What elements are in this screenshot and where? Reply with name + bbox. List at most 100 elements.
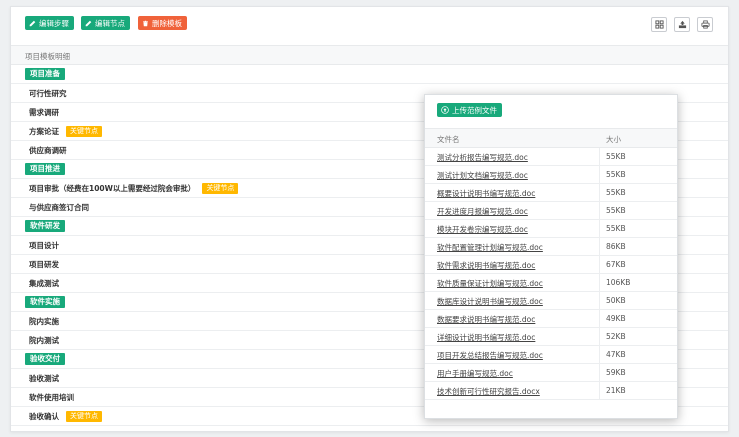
file-row: 项目开发总结报告编写规范.doc 47KB (425, 346, 677, 364)
key-node-badge: 关键节点 (202, 183, 239, 194)
upload-sample-button[interactable]: 上传范例文件 (437, 103, 502, 117)
key-node-badge: 关键节点 (66, 411, 102, 422)
step-label: 可行性研究 (29, 89, 67, 98)
step-label: 院内测试 (29, 336, 59, 345)
column-divider (599, 346, 600, 363)
file-row: 软件需求说明书编写规范.doc 67KB (425, 256, 677, 274)
step-label: 项目设计 (29, 241, 59, 250)
delete-template-button[interactable]: 删除模板 (138, 16, 187, 30)
step-cell: 项目审批（经费在100W以上需要经过院会审批） 关键节点 (29, 183, 239, 194)
upload-sample-label: 上传范例文件 (452, 105, 497, 115)
step-label: 需求调研 (29, 108, 59, 117)
print-button[interactable] (697, 17, 713, 32)
file-name-link[interactable]: 项目开发总结报告编写规范.doc (437, 350, 543, 361)
print-icon (700, 20, 710, 29)
edit-steps-button[interactable]: 编辑步骤 (25, 16, 74, 30)
file-name-link[interactable]: 软件质量保证计划编写规范.doc (437, 278, 543, 289)
step-cell: 院内测试 (29, 335, 59, 346)
column-divider (599, 256, 600, 273)
stage-label: 项目推进 (25, 163, 65, 175)
template-detail-card: 编辑步骤 编辑节点 删除模板 项目模板明细 项目准备 可行性研究 需求调研 方案… (10, 6, 729, 432)
step-cell: 集成测试 (29, 278, 59, 289)
column-divider (599, 328, 600, 345)
file-row: 软件配置管理计划编写规范.doc 86KB (425, 238, 677, 256)
column-divider (599, 220, 600, 237)
file-size-header: 大小 (606, 135, 621, 144)
file-row: 开发进度月报编写规范.doc 55KB (425, 202, 677, 220)
step-label: 项目研发 (29, 260, 59, 269)
file-name-link[interactable]: 用户手册编写规范.doc (437, 368, 513, 379)
step-label: 与供应商签订合同 (29, 203, 89, 212)
step-cell: 验收测试 (29, 373, 59, 384)
file-size: 55KB (606, 224, 626, 233)
file-row: 用户手册编写规范.doc 59KB (425, 364, 677, 382)
column-divider (599, 148, 600, 165)
step-cell: 方案论证 关键节点 (29, 126, 102, 137)
file-row: 技术创新可行性研究报告.docx 21KB (425, 382, 677, 400)
step-cell: 软件使用培训 (29, 392, 74, 403)
stage-label: 验收交付 (25, 353, 65, 365)
file-popup: 上传范例文件 文件名 大小 测试分析报告编写规范.doc 55KB 测试计划文档编写… (424, 94, 678, 419)
step-cell: 项目设计 (29, 240, 59, 251)
file-size: 55KB (606, 206, 626, 215)
column-header: 项目模板明细 (11, 45, 728, 65)
step-label: 方案论证 (29, 127, 59, 136)
column-divider (599, 292, 600, 309)
column-header-label: 项目模板明细 (25, 52, 70, 61)
column-divider (599, 202, 600, 219)
grid-view-button[interactable] (651, 17, 667, 32)
file-size: 55KB (606, 188, 626, 197)
file-row: 数据库设计说明书编写规范.doc 50KB (425, 292, 677, 310)
column-divider (599, 238, 600, 255)
stage-label: 软件实施 (25, 296, 65, 308)
file-row: 测试计划文档编写规范.doc 55KB (425, 166, 677, 184)
column-divider (599, 364, 600, 381)
file-size: 50KB (606, 296, 626, 305)
file-size: 47KB (606, 350, 626, 359)
key-node-badge: 关键节点 (66, 126, 102, 137)
step-cell: 验收确认 关键节点 (29, 411, 102, 422)
file-size: 55KB (606, 152, 626, 161)
cloud-upload-icon (441, 106, 449, 114)
step-label: 验收确认 (29, 412, 59, 421)
step-cell: 院内实施 (29, 316, 59, 327)
step-label: 院内实施 (29, 317, 59, 326)
delete-template-label: 删除模板 (152, 18, 182, 28)
file-size: 106KB (606, 278, 631, 287)
step-label: 供应商调研 (29, 146, 67, 155)
file-name-link[interactable]: 模块开发卷宗编写规范.doc (437, 224, 528, 235)
file-name-link[interactable]: 详细设计说明书编写规范.doc (437, 332, 535, 343)
export-icon (678, 20, 686, 29)
step-cell: 与供应商签订合同 (29, 202, 89, 213)
stage-label: 软件研发 (25, 220, 65, 232)
toolbar: 编辑步骤 编辑节点 删除模板 (11, 7, 728, 37)
export-button[interactable] (674, 17, 690, 32)
step-cell: 需求调研 (29, 107, 59, 118)
file-row: 详细设计说明书编写规范.doc 52KB (425, 328, 677, 346)
file-name-link[interactable]: 数据库设计说明书编写规范.doc (437, 296, 543, 307)
grid-icon (654, 20, 664, 29)
step-label: 验收测试 (29, 374, 59, 383)
file-row: 数据要求说明书编写规范.doc 49KB (425, 310, 677, 328)
file-name-link[interactable]: 技术创新可行性研究报告.docx (437, 386, 540, 397)
file-row: 软件质量保证计划编写规范.doc 106KB (425, 274, 677, 292)
trash-icon (143, 20, 148, 26)
file-name-link[interactable]: 概要设计说明书编写规范.doc (437, 188, 535, 199)
step-cell: 项目研发 (29, 259, 59, 270)
step-cell: 供应商调研 (29, 145, 67, 156)
file-name-link[interactable]: 测试分析报告编写规范.doc (437, 152, 528, 163)
file-name-link[interactable]: 软件需求说明书编写规范.doc (437, 260, 535, 271)
file-size: 52KB (606, 332, 626, 341)
edit-nodes-button[interactable]: 编辑节点 (81, 16, 130, 30)
file-size: 59KB (606, 368, 626, 377)
step-cell: 可行性研究 (29, 88, 67, 99)
file-row: 模块开发卷宗编写规范.doc 55KB (425, 220, 677, 238)
file-name-link[interactable]: 测试计划文档编写规范.doc (437, 170, 528, 181)
pencil-icon (29, 20, 36, 26)
file-name-link[interactable]: 软件配置管理计划编写规范.doc (437, 242, 543, 253)
file-name-link[interactable]: 开发进度月报编写规范.doc (437, 206, 528, 217)
column-divider (599, 310, 600, 327)
step-label: 项目审批（经费在100W以上需要经过院会审批） (29, 184, 196, 193)
column-divider (599, 382, 600, 399)
file-name-link[interactable]: 数据要求说明书编写规范.doc (437, 314, 535, 325)
